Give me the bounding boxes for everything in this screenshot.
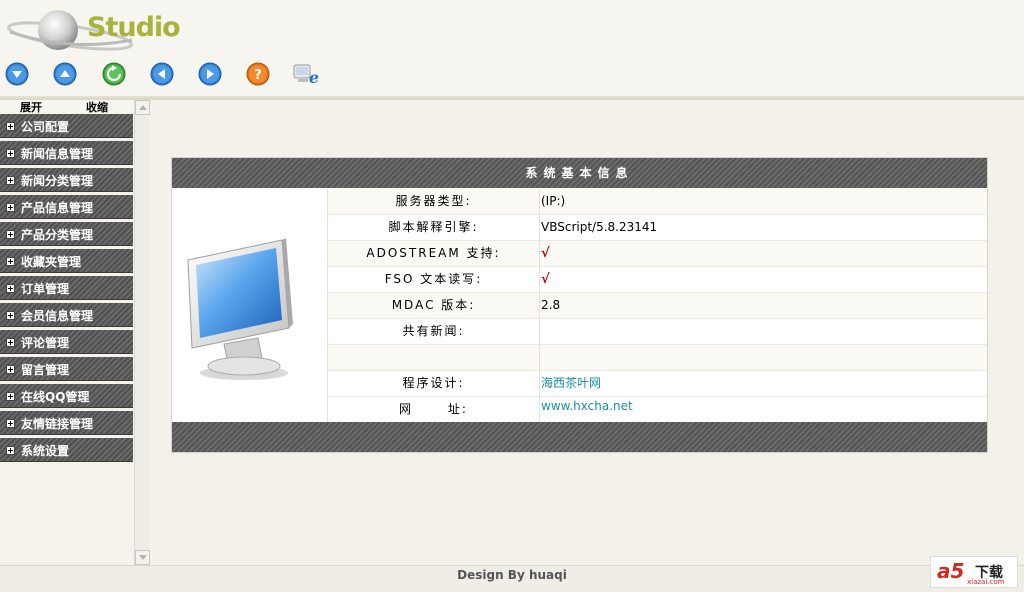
arrow-down-icon[interactable] bbox=[4, 61, 30, 87]
sidebar-item-label: 留言管理 bbox=[21, 363, 70, 377]
plus-icon bbox=[6, 365, 15, 374]
info-value: VBScript/5.8.23141 bbox=[541, 220, 658, 234]
sidebar-item-favorites[interactable]: 收藏夹管理 bbox=[0, 249, 133, 273]
plus-icon bbox=[6, 446, 15, 455]
ie-icon[interactable]: e bbox=[292, 61, 324, 87]
sidebar-item-orders[interactable]: 订单管理 bbox=[0, 276, 133, 300]
sidebar-item-label: 公司配置 bbox=[21, 120, 70, 134]
sidebar-item-members[interactable]: 会员信息管理 bbox=[0, 303, 133, 327]
designer-link[interactable]: 海西茶叶网 bbox=[541, 371, 601, 396]
info-row-blank bbox=[327, 345, 987, 371]
info-key: FSO 文本读写: bbox=[328, 267, 540, 292]
info-key: MDAC 版本: bbox=[328, 293, 540, 318]
check-mark-icon: √ bbox=[541, 272, 550, 287]
sidebar-scrollbar[interactable] bbox=[134, 100, 150, 565]
sidebar-item-label: 新闻分类管理 bbox=[21, 174, 94, 188]
info-key: 服务器类型: bbox=[328, 189, 540, 214]
info-row-server-type: 服务器类型: (IP:) bbox=[327, 189, 987, 215]
sidebar-item-label: 收藏夹管理 bbox=[21, 255, 82, 269]
plus-icon bbox=[6, 284, 15, 293]
info-key: 共有新闻: bbox=[328, 319, 540, 344]
plus-icon bbox=[6, 419, 15, 428]
info-key: ADOSTREAM 支持: bbox=[328, 241, 540, 266]
sidebar-item-news-category[interactable]: 新闻分类管理 bbox=[0, 168, 133, 192]
plus-icon bbox=[6, 392, 15, 401]
footer: Design By huaqi bbox=[0, 565, 1024, 592]
expand-collapse-bar: 展开 收缩 bbox=[0, 99, 133, 115]
plus-icon bbox=[6, 122, 15, 131]
info-row-fso: FSO 文本读写: √ bbox=[327, 267, 987, 293]
refresh-icon[interactable] bbox=[101, 61, 127, 87]
logo-text: Studio bbox=[87, 12, 181, 43]
info-value: (IP:) bbox=[541, 194, 566, 208]
collapse-all-button[interactable]: 收缩 bbox=[86, 99, 108, 115]
system-info-panel: 系统基本信息 服务器类型: (IP:) 脚本解释引擎: VBScript/5.8… bbox=[171, 157, 988, 453]
sidebar-item-company-config[interactable]: 公司配置 bbox=[0, 114, 133, 138]
sidebar: 展开 收缩 公司配置 新闻信息管理 新闻分类管理 产品信息管理 产品分类管理 收… bbox=[0, 100, 149, 565]
info-key: 程序设计: bbox=[328, 371, 540, 396]
info-key: 网 址: bbox=[328, 397, 540, 422]
sidebar-item-messages[interactable]: 留言管理 bbox=[0, 357, 133, 381]
footer-credit: Design By huaqi bbox=[457, 568, 567, 582]
sidebar-item-label: 产品分类管理 bbox=[21, 228, 94, 242]
plus-icon bbox=[6, 338, 15, 347]
watermark-brand: a5 bbox=[937, 559, 965, 583]
plus-icon bbox=[6, 149, 15, 158]
plus-icon bbox=[6, 176, 15, 185]
info-row-news-count: 共有新闻: bbox=[327, 319, 987, 345]
sidebar-item-label: 新闻信息管理 bbox=[21, 147, 94, 161]
sidebar-item-system-settings[interactable]: 系统设置 bbox=[0, 438, 133, 462]
monitor-icon bbox=[187, 238, 293, 380]
info-key: 脚本解释引擎: bbox=[328, 215, 540, 240]
scroll-up-arrow[interactable] bbox=[135, 100, 150, 115]
svg-text:e: e bbox=[309, 68, 319, 87]
info-row-designer: 程序设计: 海西茶叶网 bbox=[327, 371, 987, 397]
info-row-website: 网 址: www.hxcha.net bbox=[327, 397, 987, 423]
sidebar-item-online-qq[interactable]: 在线QQ管理 bbox=[0, 384, 133, 408]
info-row-mdac: MDAC 版本: 2.8 bbox=[327, 293, 987, 319]
sidebar-item-label: 订单管理 bbox=[21, 282, 70, 296]
sidebar-item-label: 系统设置 bbox=[21, 444, 70, 458]
info-key bbox=[328, 345, 540, 370]
sidebar-item-label: 友情链接管理 bbox=[21, 417, 94, 431]
sidebar-item-news-info[interactable]: 新闻信息管理 bbox=[0, 141, 133, 165]
panel-footer-bar bbox=[172, 422, 987, 452]
sidebar-item-product-info[interactable]: 产品信息管理 bbox=[0, 195, 133, 219]
info-row-script-engine: 脚本解释引擎: VBScript/5.8.23141 bbox=[327, 215, 987, 241]
sidebar-item-label: 评论管理 bbox=[21, 336, 70, 350]
plus-icon bbox=[6, 230, 15, 239]
header-divider bbox=[0, 96, 1024, 100]
sidebar-item-comments[interactable]: 评论管理 bbox=[0, 330, 133, 354]
arrow-right-icon[interactable] bbox=[197, 61, 223, 87]
check-mark-icon: √ bbox=[541, 246, 550, 261]
sidebar-item-label: 会员信息管理 bbox=[21, 309, 94, 323]
sidebar-item-product-category[interactable]: 产品分类管理 bbox=[0, 222, 133, 246]
sidebar-item-friend-links[interactable]: 友情链接管理 bbox=[0, 411, 133, 435]
info-value: 2.8 bbox=[541, 298, 561, 312]
plus-icon bbox=[6, 257, 15, 266]
panel-title: 系统基本信息 bbox=[172, 158, 987, 188]
watermark-logo: a5 下载 xiazai.com bbox=[930, 556, 1018, 588]
sidebar-item-label: 产品信息管理 bbox=[21, 201, 94, 215]
monitor-image-cell bbox=[172, 188, 327, 422]
svg-text:?: ? bbox=[254, 68, 262, 83]
header: Studio ? e bbox=[0, 0, 1024, 100]
watermark-url: xiazai.com bbox=[967, 578, 1005, 586]
info-row-adostream: ADOSTREAM 支持: √ bbox=[327, 241, 987, 267]
plus-icon bbox=[6, 311, 15, 320]
help-icon[interactable]: ? bbox=[245, 61, 271, 87]
arrow-up-icon[interactable] bbox=[52, 61, 78, 87]
expand-all-button[interactable]: 展开 bbox=[20, 99, 42, 115]
sidebar-item-label: 在线QQ管理 bbox=[21, 390, 90, 404]
arrow-left-icon[interactable] bbox=[149, 61, 175, 87]
plus-icon bbox=[6, 203, 15, 212]
website-link[interactable]: www.hxcha.net bbox=[541, 394, 633, 419]
scroll-down-arrow[interactable] bbox=[135, 550, 150, 565]
